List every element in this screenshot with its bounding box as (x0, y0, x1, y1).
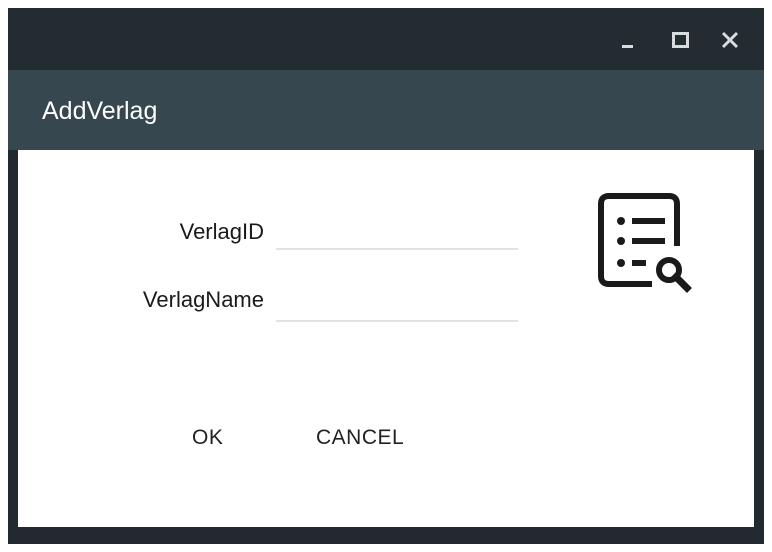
minimize-button[interactable] (619, 30, 639, 50)
maximize-icon (672, 32, 689, 48)
ok-button[interactable]: OK (186, 422, 229, 454)
minimize-icon (622, 45, 633, 48)
dialog-header: AddVerlag (8, 70, 764, 150)
window-titlebar[interactable] (8, 8, 764, 70)
verlag-id-input[interactable] (276, 218, 518, 250)
dialog-title: AddVerlag (42, 97, 158, 125)
verlag-id-label: VerlagID (179, 219, 264, 244)
list-search-icon (598, 193, 692, 293)
verlag-name-input[interactable] (276, 290, 518, 322)
close-button[interactable] (720, 30, 740, 50)
maximize-button[interactable] (671, 30, 691, 50)
app-window: AddVerlag VerlagID VerlagName OK CANCEL (8, 8, 764, 544)
dialog-content: VerlagID VerlagName OK CANCEL (18, 150, 754, 527)
verlag-name-label: VerlagName (142, 287, 264, 312)
cancel-button[interactable]: CANCEL (310, 422, 410, 454)
close-icon (721, 31, 739, 49)
